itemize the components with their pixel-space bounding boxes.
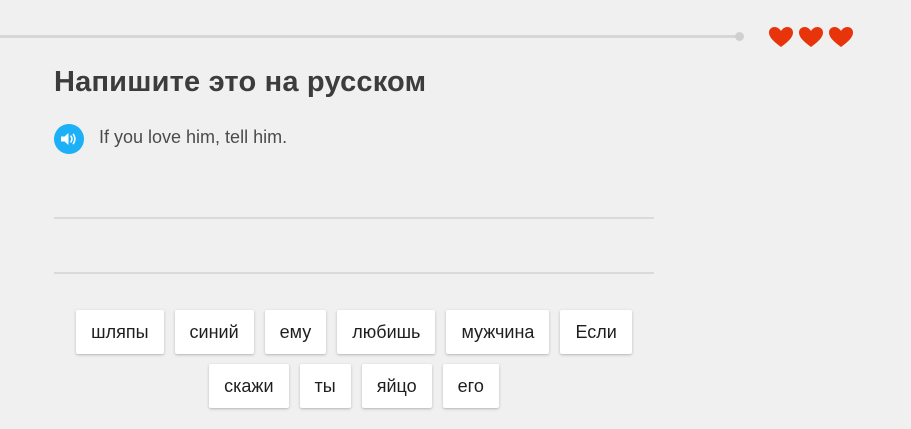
word-chip[interactable]: синий: [174, 310, 254, 354]
word-chip[interactable]: его: [442, 364, 499, 408]
heart-icon: [799, 27, 823, 47]
answer-line[interactable]: [54, 217, 654, 219]
progress-track: [0, 35, 738, 38]
word-chip[interactable]: мужчина: [446, 310, 550, 354]
heart-icon: [769, 27, 793, 47]
lives-hearts: [768, 26, 854, 48]
progress-end-dot: [735, 32, 744, 41]
word-chip[interactable]: ему: [264, 310, 327, 354]
prompt-sentence: If you love him, tell him.: [99, 126, 288, 147]
word-chip[interactable]: скажи: [209, 364, 289, 408]
answer-line[interactable]: [54, 272, 654, 274]
play-audio-button[interactable]: [54, 124, 84, 154]
word-chip[interactable]: Если: [560, 310, 632, 354]
prompt-row: If you love him, tell him.: [54, 124, 287, 154]
word-chip[interactable]: яйцо: [361, 364, 432, 408]
exercise-title: Напишите это на русском: [54, 66, 427, 98]
word-chip[interactable]: шляпы: [76, 310, 164, 354]
word-bank: шляпы синий ему любишь мужчина Если скаж…: [54, 310, 654, 408]
word-chip[interactable]: любишь: [337, 310, 436, 354]
word-chip[interactable]: ты: [299, 364, 351, 408]
heart-icon: [829, 27, 853, 47]
speaker-icon: [61, 133, 76, 145]
